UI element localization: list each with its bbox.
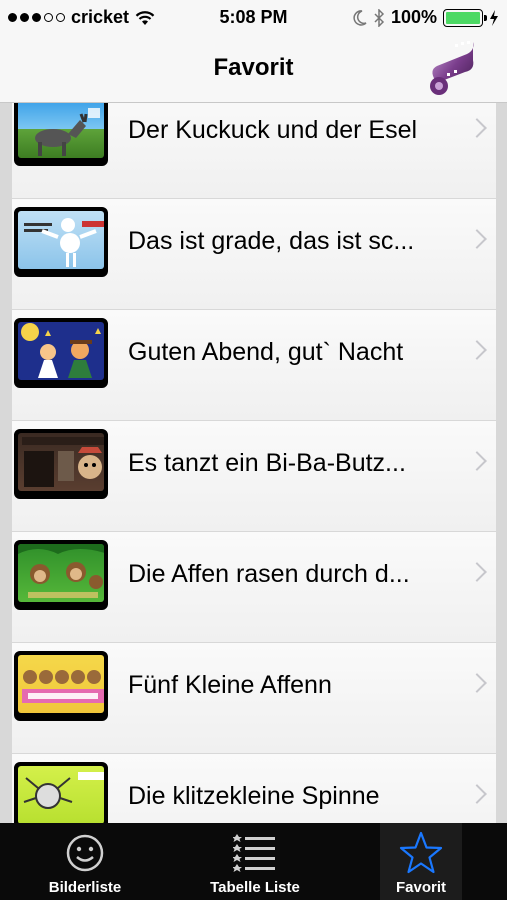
battery-icon [443, 8, 487, 27]
moon-icon [353, 9, 367, 26]
chevron-right-icon [467, 229, 487, 249]
navigation-bar: Favorit [0, 34, 507, 103]
tab-label: Favorit [395, 879, 446, 896]
list-icon [233, 834, 275, 872]
list-item[interactable]: Die klitzekleine Spinne [12, 754, 496, 823]
video-thumbnail [14, 207, 108, 277]
star-icon [399, 831, 443, 874]
video-thumbnail [14, 103, 108, 166]
video-thumbnail [14, 318, 108, 388]
status-right: 100% [353, 7, 499, 28]
chevron-right-icon [467, 562, 487, 582]
tab-favorit[interactable]: Favorit [380, 823, 462, 900]
item-title: Es tanzt ein Bi-Ba-Butz... [128, 449, 406, 477]
favorites-list[interactable]: Der Kuckuck und der Esel Das ist grade, … [12, 103, 496, 823]
list-item[interactable]: Guten Abend, gut` Nacht [12, 310, 496, 420]
video-thumbnail [14, 762, 108, 823]
list-item[interactable]: Die Affen rasen durch d... [12, 532, 496, 642]
chevron-right-icon [467, 118, 487, 138]
list-item[interactable]: Das ist grade, das ist sc... [12, 199, 496, 309]
chevron-right-icon [467, 340, 487, 360]
video-thumbnail [14, 540, 108, 610]
list-item[interactable]: Der Kuckuck und der Esel [12, 103, 496, 198]
item-title: Das ist grade, das ist sc... [128, 227, 415, 255]
item-title: Fünf Kleine Affenn [128, 671, 332, 699]
smiley-icon [66, 834, 104, 872]
film-reel-icon[interactable] [427, 40, 477, 96]
item-title: Die Affen rasen durch d... [128, 560, 410, 588]
item-title: Die klitzekleine Spinne [128, 782, 380, 810]
battery-percent: 100% [390, 7, 437, 27]
list-item[interactable]: Fünf Kleine Affenn [12, 643, 496, 753]
list-item[interactable]: Es tanzt ein Bi-Ba-Butz... [12, 421, 496, 531]
chevron-right-icon [467, 784, 487, 804]
bluetooth-icon [374, 8, 385, 27]
charging-bolt-icon [490, 9, 498, 26]
video-thumbnail [14, 651, 108, 721]
tab-bilderliste[interactable]: Bilderliste [0, 823, 170, 900]
chevron-right-icon [467, 673, 487, 693]
item-title: Der Kuckuck und der Esel [128, 116, 418, 144]
tab-label: Tabelle Liste [210, 879, 300, 896]
tab-tabelle-liste[interactable]: Tabelle Liste [170, 823, 340, 900]
status-bar: cricket 5:08 PM 100% [0, 0, 507, 34]
tab-bar: Bilderliste Tabelle Liste Favorit [0, 823, 507, 900]
tab-label: Bilderliste [48, 879, 122, 896]
item-title: Guten Abend, gut` Nacht [128, 338, 404, 366]
video-thumbnail [14, 429, 108, 499]
chevron-right-icon [467, 451, 487, 471]
